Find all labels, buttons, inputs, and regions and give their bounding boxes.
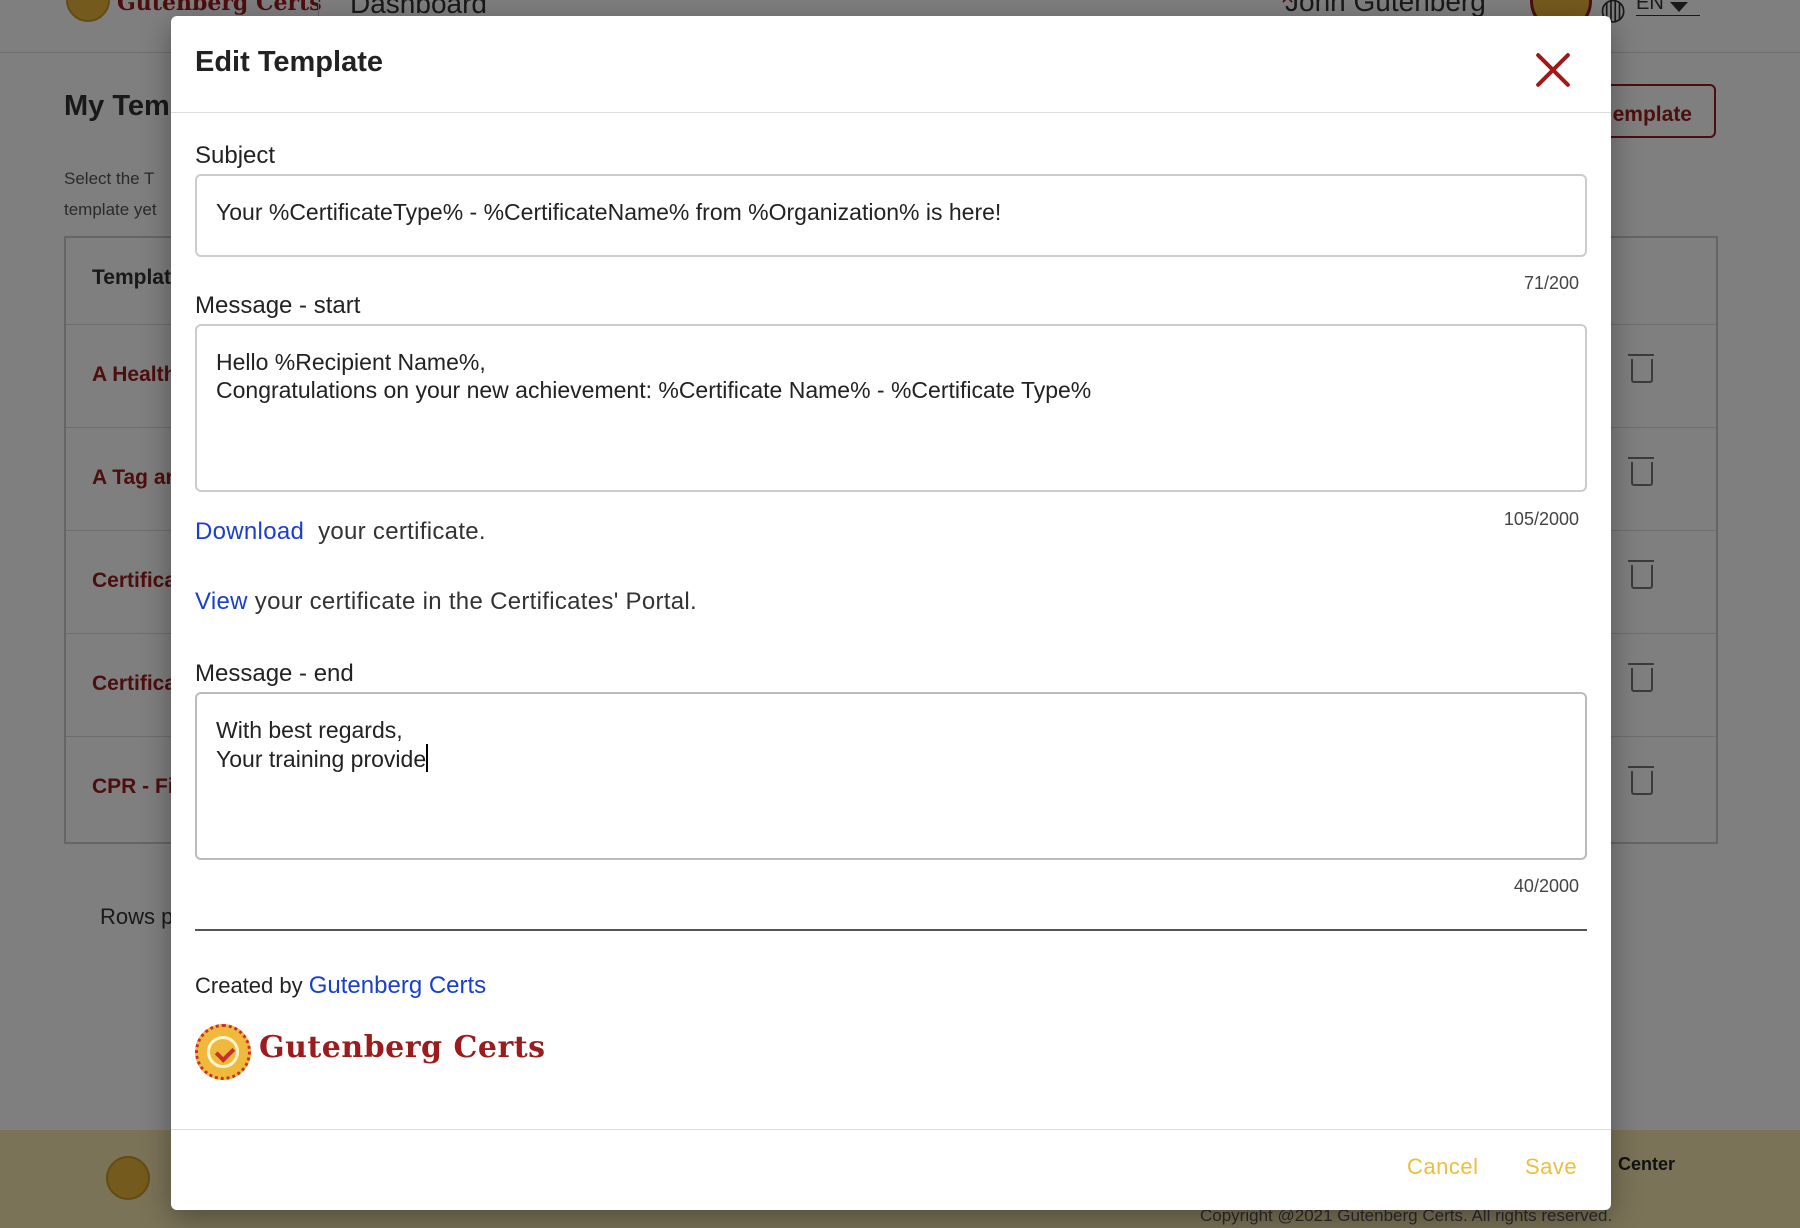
save-button[interactable]: Save [1525, 1154, 1577, 1180]
message-start-label: Message - start [195, 292, 361, 319]
created-by-prefix: Created by [195, 973, 303, 998]
edit-template-dialog: Edit Template Subject Your %CertificateT… [171, 16, 1611, 1210]
created-by-link[interactable]: Gutenberg Certs [309, 972, 486, 999]
section-divider [195, 929, 1587, 931]
subject-input[interactable]: Your %CertificateType% - %CertificateNam… [195, 174, 1587, 257]
message-start-input[interactable]: Hello %Recipient Name%, Congratulations … [195, 324, 1587, 492]
message-end-char-counter: 40/2000 [1513, 876, 1579, 896]
text-cursor [426, 744, 429, 772]
message-end-line: With best regards, [216, 717, 403, 743]
close-icon[interactable] [1533, 50, 1573, 90]
gutenberg-certs-logo: Gutenberg Certs [195, 1012, 615, 1092]
created-by-line: Created by Gutenberg Certs [195, 972, 486, 1000]
message-end-label: Message - end [195, 660, 354, 687]
logo-brand-name: Gutenberg Certs [259, 1030, 546, 1065]
view-line: View your certificate in the Certificate… [195, 588, 697, 616]
dialog-title: Edit Template [195, 46, 383, 78]
subject-char-counter: 71/200 [1523, 273, 1579, 293]
message-start-line: Congratulations on your new achievement:… [216, 377, 1092, 403]
subject-label: Subject [195, 142, 276, 169]
seal-logo-icon [195, 1024, 251, 1080]
dialog-footer: Cancel Save [171, 1129, 1611, 1211]
message-end-input[interactable]: With best regards, Your training provide [195, 692, 1587, 860]
message-start-char-counter: 105/2000 [1503, 509, 1579, 529]
download-line: Download your certificate. [195, 518, 486, 546]
view-link[interactable]: View [195, 588, 248, 615]
check-icon [214, 1042, 236, 1063]
view-line-text: your certificate in the Certificates' Po… [254, 588, 698, 615]
subject-value: Your %CertificateType% - %CertificateNam… [216, 199, 1002, 225]
message-end-line: Your training provide [216, 746, 427, 772]
dialog-header: Edit Template [171, 16, 1611, 113]
download-link[interactable]: Download [195, 518, 304, 545]
message-start-line: Hello %Recipient Name%, [216, 349, 486, 375]
cancel-button[interactable]: Cancel [1407, 1154, 1478, 1180]
download-line-text: your certificate. [318, 518, 486, 545]
seal-ring [207, 1036, 239, 1068]
